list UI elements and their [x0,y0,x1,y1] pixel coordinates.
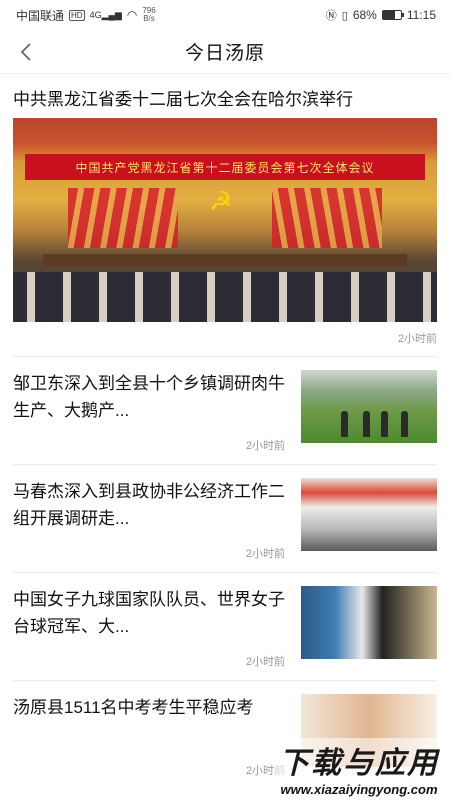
audience [13,272,437,322]
news-time: 2小时前 [245,656,285,668]
watermark-title: 下载与应用 [279,745,439,781]
clock: 11:15 [406,8,436,22]
meeting-banner: 中国共产党黑龙江省第十二届委员会第七次全体会议 [25,154,425,180]
news-text: 中国女子九球国家队队员、世界女子台球冠军、大... 2小时前 [13,586,285,669]
news-item[interactable]: 中国女子九球国家队队员、世界女子台球冠军、大... 2小时前 [13,573,437,681]
red-flags-right [272,188,382,248]
signal-icon: 4G▂▄▆ [89,9,122,20]
news-item[interactable]: 马春杰深入到县政协非公经济工作二组开展调研走... 2小时前 [13,465,437,573]
nfc-icon: Ⓝ [325,10,337,22]
news-thumbnail[interactable] [301,586,437,659]
lead-news-title[interactable]: 中共黑龙江省委十二届七次全会在哈尔滨举行 [13,88,437,112]
person-figure [363,411,370,437]
news-title[interactable]: 邹卫东深入到全县十个乡镇调研肉牛生产、大鹅产... [13,370,285,424]
vibrate-icon: ▯ [341,9,348,22]
watermark-url: www.xiazaiyingyong.com [280,781,438,797]
status-bar: 中国联通 HD 4G▂▄▆ ◠ 796 B/s Ⓝ ▯ 68% 11:15 [0,0,450,30]
lead-news-image[interactable]: 中国共产党黑龙江省第十二届委员会第七次全体会议 ☭ [13,118,437,322]
news-text: 邹卫东深入到全县十个乡镇调研肉牛生产、大鹅产... 2小时前 [13,370,285,453]
wifi-icon: ◠ [126,8,138,22]
status-left: 中国联通 HD 4G▂▄▆ ◠ 796 B/s [16,7,156,24]
chevron-left-icon [20,43,31,61]
back-button[interactable] [12,38,40,66]
net-speed: 796 B/s [142,6,156,23]
watermark: 下载与应用 www.xiazaiyingyong.com [274,738,444,797]
battery-icon [381,10,404,20]
nav-bar: 今日汤原 [0,30,450,74]
news-text: 马春杰深入到县政协非公经济工作二组开展调研走... 2小时前 [13,478,285,561]
carrier-label: 中国联通 [16,8,65,23]
news-title[interactable]: 中国女子九球国家队队员、世界女子台球冠军、大... [13,586,285,640]
status-right: Ⓝ ▯ 68% 11:15 [326,7,436,23]
page-title: 今日汤原 [184,43,265,64]
hd-badge: HD [69,9,85,21]
news-time: 2小时前 [245,765,285,777]
person-figure [401,411,408,437]
news-title[interactable]: 汤原县1511名中考考生平稳应考 [13,694,285,721]
news-item[interactable]: 邹卫东深入到全县十个乡镇调研肉牛生产、大鹅产... 2小时前 [13,357,437,465]
news-text: 汤原县1511名中考考生平稳应考 2小时前 [13,694,285,778]
news-title[interactable]: 马春杰深入到县政协非公经济工作二组开展调研走... [13,478,285,532]
lead-news-item[interactable]: 中共黑龙江省委十二届七次全会在哈尔滨举行 中国共产党黑龙江省第十二届委员会第七次… [13,74,437,357]
news-time: 2小时前 [245,548,285,560]
party-emblem-icon: ☭ [209,186,233,216]
news-time: 2小时前 [245,440,285,452]
person-figure [341,411,348,437]
news-thumbnail[interactable] [301,478,437,551]
red-flags-left [68,188,178,248]
person-figure [381,411,388,437]
rostrum [43,254,407,266]
lead-news-time: 2小时前 [397,333,437,345]
battery-percent: 68% [352,8,377,22]
news-thumbnail[interactable] [301,370,437,443]
news-feed: 中共黑龙江省委十二届七次全会在哈尔滨举行 中国共产党黑龙江省第十二届委员会第七次… [0,74,450,789]
